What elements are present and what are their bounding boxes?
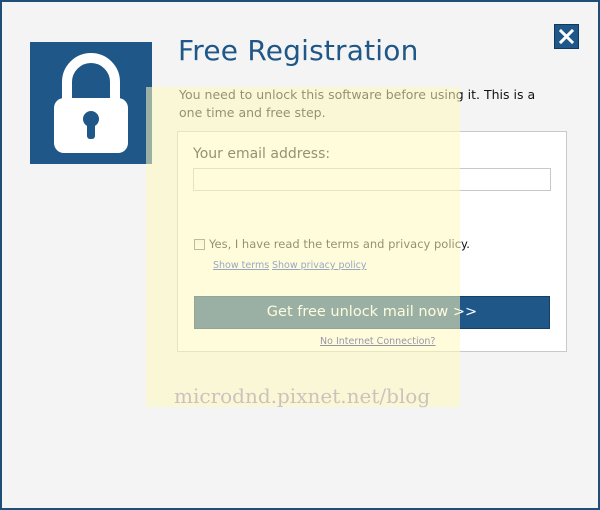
close-icon <box>559 29 574 44</box>
dialog-description: You need to unlock this software before … <box>179 87 536 120</box>
registration-dialog: Free Registration You need to unlock thi… <box>0 0 600 510</box>
no-internet-connection-link[interactable]: No Internet Connection? <box>320 336 435 347</box>
terms-label: Yes, I have read the terms and privacy p… <box>209 237 470 251</box>
close-button[interactable] <box>554 24 579 49</box>
email-field[interactable] <box>193 168 551 191</box>
get-unlock-mail-button[interactable]: Get free unlock mail now >> <box>194 296 550 329</box>
show-terms-link[interactable]: Show terms <box>213 260 269 271</box>
terms-checkbox[interactable] <box>194 239 205 250</box>
lock-icon-tile <box>30 42 152 164</box>
watermark-text: microdnd.pixnet.net/blog <box>174 384 431 408</box>
registration-form: Your email address: Yes, I have read the… <box>177 131 567 352</box>
email-label: Your email address: <box>193 146 331 162</box>
padlock-icon <box>54 53 128 153</box>
show-privacy-link[interactable]: Show privacy policy <box>272 260 367 271</box>
dialog-title: Free Registration <box>178 34 419 67</box>
